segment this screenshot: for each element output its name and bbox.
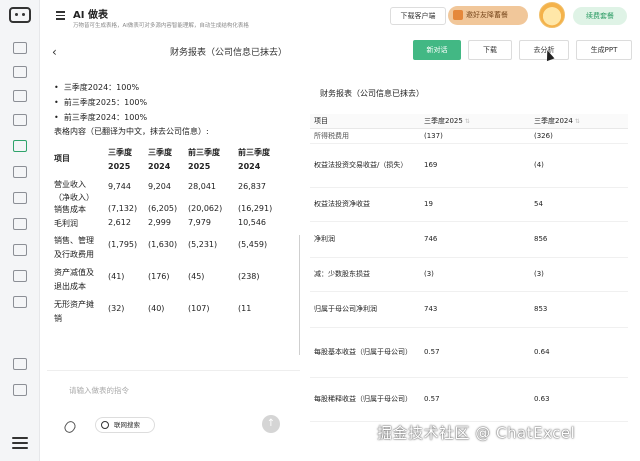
table-row[interactable]: 所得税费用 (137) (326) [310, 128, 628, 144]
table-header: 三季度 2025 [108, 148, 132, 171]
app-title: AI 做表 [73, 10, 108, 21]
gift-icon [453, 10, 463, 20]
analyze-button[interactable]: 去分析 [519, 40, 569, 60]
watermark: 掘金技术社区 @ ChatExcel [377, 424, 576, 442]
column-header[interactable]: 三季度2025 ⇅ [418, 114, 528, 129]
sort-icon[interactable]: ⇅ [465, 118, 470, 125]
table-header: 前三季度 2025 [188, 148, 220, 171]
table-row: 销售、管理 及行政费用 (1,795) (1,630) (5,231) (5,45… [54, 236, 268, 259]
web-search-label: 联网搜索 [114, 421, 140, 429]
menu-icon[interactable] [12, 437, 28, 449]
globe-icon [101, 421, 109, 429]
table-row[interactable]: 权益法投资交易收益/（损失） 169 (4) [310, 143, 628, 188]
column-header[interactable]: 三季度2024 ⇅ [528, 114, 628, 129]
download-client-button[interactable]: 下载客户端 [390, 7, 446, 25]
preview-header-row: 项目 三季度2025 ⇅ 三季度2024 ⇅ [310, 114, 628, 129]
app-subtitle: 万物皆可生成表格，AI做表可对多源内容智能理解，自动生成结构化表格 [73, 23, 249, 29]
web-search-toggle[interactable]: 联网搜索 [95, 417, 155, 433]
preview-table: 项目 三季度2025 ⇅ 三季度2024 ⇅ 所得税费用 (137) (326) 权… [310, 114, 628, 422]
sort-icon[interactable]: ⇅ [575, 118, 580, 125]
table-row[interactable]: 每股稀释收益（归属于母公司） 0.57 0.63 [310, 377, 628, 422]
list-item: • 前三季度2024：100% [54, 113, 148, 122]
grid-icon[interactable] [13, 218, 27, 230]
table-row[interactable]: 减：少数股东损益 (3) (3) [310, 257, 628, 292]
avatar[interactable] [539, 2, 565, 28]
send-arrow-icon[interactable]: ↑ [262, 415, 280, 433]
left-rail [0, 0, 40, 461]
preview-title: 财务报表（公司信息已抹去） [320, 89, 424, 98]
table-row: 营业收入 （净收入） 9,744 9,204 28,041 26,837 [54, 180, 266, 202]
history-icon[interactable] [13, 358, 27, 370]
table-intro: 表格内容（已翻译为中文，抹去公司信息）: [54, 127, 209, 136]
image-icon[interactable] [13, 384, 27, 396]
prompt-input[interactable]: 请输入做表的指令 [69, 385, 129, 396]
download-button[interactable]: 下载 [468, 40, 512, 60]
table-tool-icon[interactable] [13, 140, 27, 152]
table-preview-panel: 财务报表（公司信息已抹去） 项目 三季度2025 ⇅ 三季度2024 ⇅ 所得税费用… [300, 68, 630, 461]
sidebar-toggle-icon[interactable] [56, 11, 65, 20]
table-header: 项目 [54, 154, 70, 163]
document-title: 财务报表（公司信息已抹去） [170, 48, 288, 58]
renew-plan-button[interactable]: 续费套餐 [573, 7, 627, 25]
tool-icon-3[interactable] [13, 114, 27, 126]
table-row[interactable]: 每股基本收益（归属于母公司） 0.57 0.64 [310, 327, 628, 378]
table-row: 毛利润 2,612 2,999 7,979 10,546 [54, 218, 266, 228]
generate-ppt-button[interactable]: 生成PPT [576, 40, 632, 60]
invite-label: 邀好友降蓄餐 [466, 11, 508, 19]
table-header-row: 项目 三季度 2025 三季度 2024 前三季度 2025 前三季度 2024 [54, 146, 290, 174]
table-row[interactable]: 净利润 746 856 [310, 221, 628, 258]
back-arrow-icon[interactable]: ‹ [52, 45, 57, 59]
prompt-input-area[interactable]: 请输入做表的指令 联网搜索 ↑ [47, 370, 313, 450]
tool-icon-1[interactable] [13, 66, 27, 78]
robot-logo-icon[interactable] [9, 7, 31, 23]
paperclip-icon[interactable] [62, 419, 78, 435]
table-row: 销售成本 (7,132) (6,205) (20,062) (16,291) [54, 204, 273, 214]
table-row: 无形资产摊销 (32) (40) (107) (11 [54, 300, 252, 323]
doc-icon[interactable] [13, 270, 27, 282]
tool-icon-2[interactable] [13, 90, 27, 102]
list-icon[interactable] [13, 296, 27, 308]
column-header[interactable]: 项目 [310, 114, 418, 129]
list-item: • 前三季度2025：100% [54, 98, 148, 107]
chat-table: 项目 三季度 2025 三季度 2024 前三季度 2025 前三季度 2024 营业收… [54, 146, 290, 328]
table-header: 前三季度 2024 [238, 148, 270, 171]
invite-friends-button[interactable]: 邀好友降蓄餐 [448, 6, 528, 25]
chart-icon[interactable] [13, 244, 27, 256]
database-icon[interactable] [13, 166, 27, 178]
table-header: 三季度 2024 [148, 148, 172, 171]
sheet-icon[interactable] [13, 192, 27, 204]
table-row: 资产减值及 退出成本 (41) (176) (45) (238) [54, 268, 260, 291]
home-icon[interactable] [13, 42, 27, 54]
new-chat-button[interactable]: 新对话 [413, 40, 461, 60]
chat-message: • 三季度2024：100% • 前三季度2025：100% • 前三季度202… [54, 80, 304, 138]
table-row[interactable]: 权益法投资净收益 19 54 [310, 187, 628, 222]
list-item: • 三季度2024：100% [54, 83, 140, 92]
top-header: AI 做表 万物皆可生成表格，AI做表可对多源内容智能理解，自动生成结构化表格 … [40, 0, 640, 36]
table-row[interactable]: 归属于母公司净利润 743 853 [310, 291, 628, 328]
